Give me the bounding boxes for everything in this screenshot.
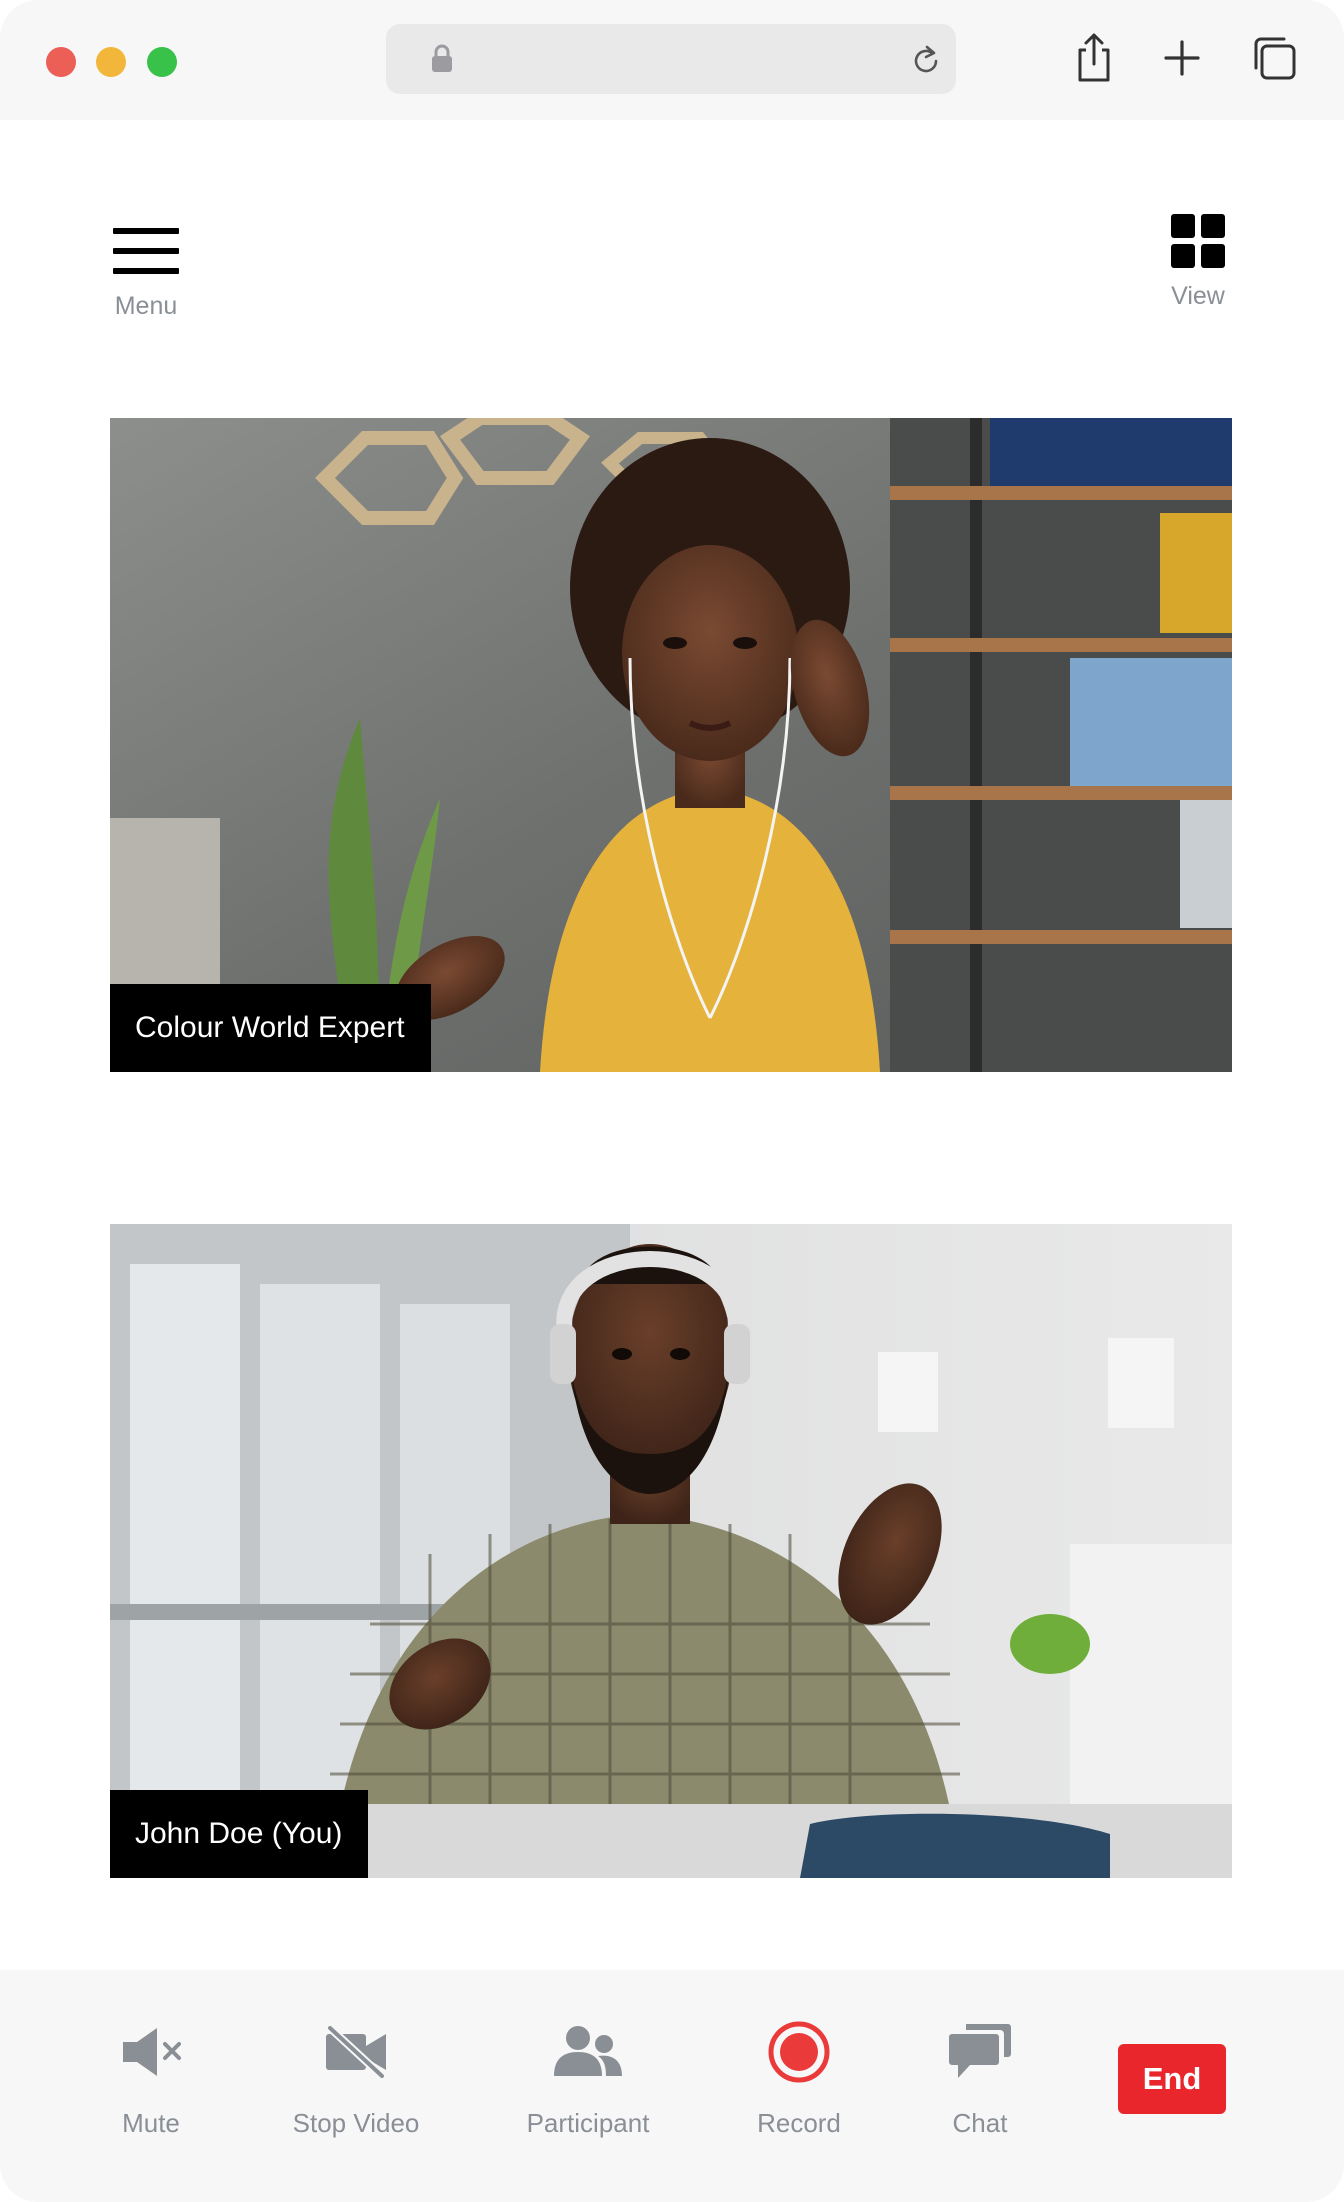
record-button[interactable]: Record [709,2020,889,2139]
address-bar[interactable] [386,24,956,94]
chat-button[interactable]: Chat [890,2020,1070,2139]
participant-video-tile[interactable]: Colour World Expert [110,418,1232,1072]
participant-video-feed [110,418,1232,1072]
view-button[interactable]: View [1158,214,1238,324]
menu-label: Menu [114,292,178,320]
address-input[interactable] [466,42,870,78]
reload-icon[interactable] [912,44,942,81]
record-icon [767,2020,831,2084]
chat-label: Chat [952,2108,1008,2138]
view-label: View [1171,282,1225,310]
share-icon[interactable] [1066,30,1122,86]
video-off-icon [324,2020,388,2084]
menu-button[interactable]: Menu [100,222,192,332]
record-label: Record [757,2108,841,2138]
tabs-overview-icon[interactable] [1246,30,1302,86]
lock-icon [431,44,453,79]
self-video-tile[interactable]: John Doe (You) [110,1224,1232,1878]
browser-window: Menu View Colour World Expert John Doe (… [0,0,1344,2202]
stop-video-label: Stop Video [292,2108,420,2138]
self-video-feed [110,1224,1232,1878]
participant-name-label: Colour World Expert [110,984,431,1072]
self-name-label: John Doe (You) [110,1790,369,1878]
close-window-button[interactable] [46,47,76,77]
maximize-window-button[interactable] [147,47,177,77]
chat-bubbles-icon [948,2020,1012,2084]
speaker-mute-icon [119,2020,183,2084]
minimize-window-button[interactable] [96,47,126,77]
end-call-button[interactable]: End [1118,2044,1226,2114]
participants-icon [552,2020,624,2084]
participant-label: Participant [526,2108,650,2138]
stop-video-button[interactable]: Stop Video [266,2020,446,2139]
plus-icon[interactable] [1154,30,1210,86]
participant-button[interactable]: Participant [498,2020,678,2139]
mute-label: Mute [122,2108,180,2138]
hamburger-menu-icon [113,228,179,274]
browser-toolbar [0,0,1344,120]
grid-view-icon [1171,214,1225,268]
mute-button[interactable]: Mute [61,2020,241,2139]
